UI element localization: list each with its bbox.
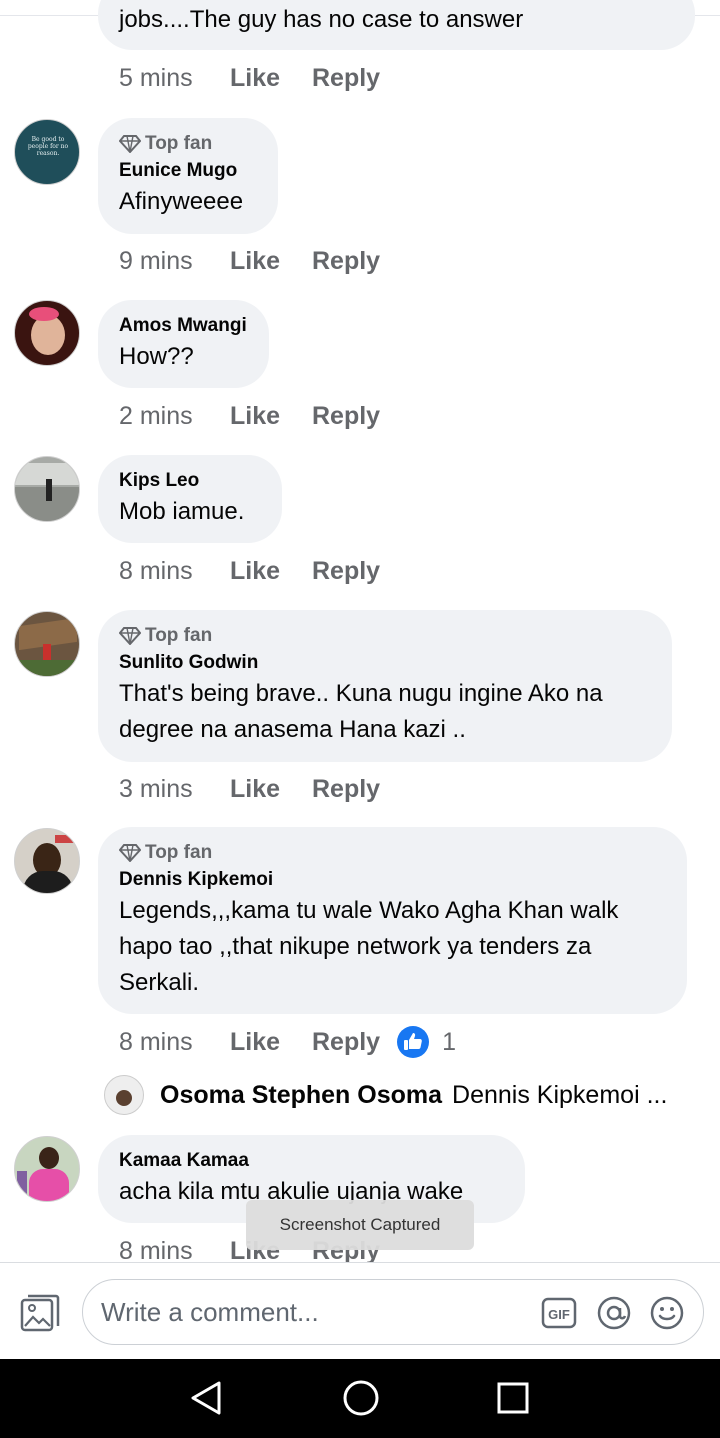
comment-meta: 2 mins Like Reply [119, 396, 380, 436]
system-navbar [0, 1359, 720, 1438]
nested-reply[interactable]: Osoma Stephen Osoma Dennis Kipkemoi ... [104, 1074, 667, 1116]
smiley-icon[interactable] [649, 1295, 685, 1331]
screenshot-toast: Screenshot Captured [246, 1200, 474, 1250]
reply-button[interactable]: Reply [312, 64, 380, 93]
comment-bubble[interactable]: Amos Mwangi How?? [98, 300, 269, 388]
commenter-name[interactable]: Amos Mwangi [119, 312, 248, 339]
comment-text: jobs....The guy has no case to answer [119, 6, 524, 33]
like-button[interactable]: Like [230, 64, 312, 93]
comment-bubble[interactable]: Top fan Eunice Mugo Afinyweeee [98, 118, 278, 234]
comment-meta: 3 mins Like Reply [119, 769, 380, 809]
comment-meta: 5 mins Like Reply [119, 58, 380, 98]
svg-text:GIF: GIF [548, 1307, 570, 1322]
comment-text-line: Legends,,,kama tu wale Wako Agha Khan wa… [119, 897, 619, 924]
top-fan-label: Top fan [145, 132, 213, 154]
top-fan-badge: Top fan [119, 130, 257, 157]
avatar[interactable] [14, 1136, 80, 1202]
comment-bubble[interactable]: Top fan Sunlito Godwin That's being brav… [98, 610, 672, 762]
comment-time: 3 mins [119, 774, 193, 803]
comment-feed[interactable]: jobs....The guy has no case to answer 5 … [0, 0, 720, 1262]
comment-time: 8 mins [119, 1236, 193, 1263]
reply-button[interactable]: Reply [312, 1028, 380, 1057]
like-button[interactable]: Like [230, 402, 312, 431]
comment-placeholder: Write a comment... [101, 1297, 319, 1327]
home-icon[interactable] [342, 1379, 380, 1422]
avatar[interactable] [14, 611, 80, 677]
diamond-icon [119, 134, 141, 153]
commenter-name[interactable]: Kamaa Kamaa [119, 1147, 504, 1174]
avatar[interactable] [14, 828, 80, 894]
reply-button[interactable]: Reply [312, 247, 380, 276]
reaction-summary[interactable]: 1 [396, 1025, 456, 1059]
comment-meta: 9 mins Like Reply [119, 241, 380, 281]
like-button[interactable]: Like [230, 1028, 312, 1057]
comment-text: Mob iamue. [119, 498, 245, 525]
comment-text-line: That's being brave.. Kuna nugu ingine Ak… [119, 680, 603, 707]
diamond-icon [119, 626, 141, 645]
avatar-quote: Be good to people for no reason. [27, 136, 69, 157]
comment-bubble[interactable]: Top fan Dennis Kipkemoi Legends,,,kama t… [98, 827, 687, 1014]
like-button[interactable]: Like [230, 557, 312, 586]
comment-text-line: degree na anasema Hana kazi .. [119, 716, 466, 743]
back-icon[interactable] [189, 1379, 225, 1422]
comment-composer: Write a comment... GIF [0, 1262, 720, 1359]
reply-preview: Dennis Kipkemoi ... [452, 1080, 668, 1109]
comment-meta: 8 mins Like Reply [119, 551, 380, 591]
reply-author-name[interactable]: Osoma Stephen Osoma [160, 1081, 442, 1110]
comment-input[interactable]: Write a comment... GIF [82, 1279, 704, 1345]
avatar[interactable]: Be good to people for no reason. [14, 119, 80, 185]
commenter-name[interactable]: Eunice Mugo [119, 157, 257, 184]
reaction-count: 1 [442, 1027, 456, 1056]
reply-button[interactable]: Reply [312, 402, 380, 431]
avatar[interactable] [14, 456, 80, 522]
thumbs-up-icon [397, 1026, 430, 1058]
top-fan-badge: Top fan [119, 839, 666, 866]
reply-button[interactable]: Reply [312, 557, 380, 586]
commenter-name[interactable]: Sunlito Godwin [119, 649, 651, 676]
commenter-name[interactable]: Kips Leo [119, 467, 261, 494]
top-fan-label: Top fan [145, 841, 213, 863]
comment-bubble[interactable]: Kips Leo Mob iamue. [98, 455, 282, 543]
comment-text-line: Serkali. [119, 969, 200, 996]
like-button[interactable]: Like [230, 775, 312, 804]
diamond-icon [119, 843, 141, 862]
recents-icon[interactable] [496, 1379, 530, 1422]
comment-text-line: hapo tao ,,that nikupe network ya tender… [119, 933, 592, 960]
comment-time: 8 mins [119, 1027, 193, 1056]
top-fan-badge: Top fan [119, 622, 651, 649]
at-icon[interactable] [596, 1295, 632, 1331]
photo-icon[interactable] [20, 1294, 60, 1332]
top-fan-label: Top fan [145, 624, 213, 646]
reply-button[interactable]: Reply [312, 775, 380, 804]
comment-meta: 8 mins Like Reply 1 [119, 1022, 456, 1062]
avatar[interactable] [104, 1075, 144, 1115]
comment-time: 5 mins [119, 63, 193, 92]
commenter-name[interactable]: Dennis Kipkemoi [119, 866, 666, 893]
gif-icon[interactable]: GIF [541, 1295, 577, 1331]
comment-time: 2 mins [119, 401, 193, 430]
avatar[interactable] [14, 300, 80, 366]
like-button[interactable]: Like [230, 247, 312, 276]
comment-time: 9 mins [119, 246, 193, 275]
comment-text: Afinyweeee [119, 188, 244, 215]
comment-bubble: jobs....The guy has no case to answer [98, 0, 695, 50]
comment-text: How?? [119, 343, 194, 370]
comment-time: 8 mins [119, 556, 193, 585]
